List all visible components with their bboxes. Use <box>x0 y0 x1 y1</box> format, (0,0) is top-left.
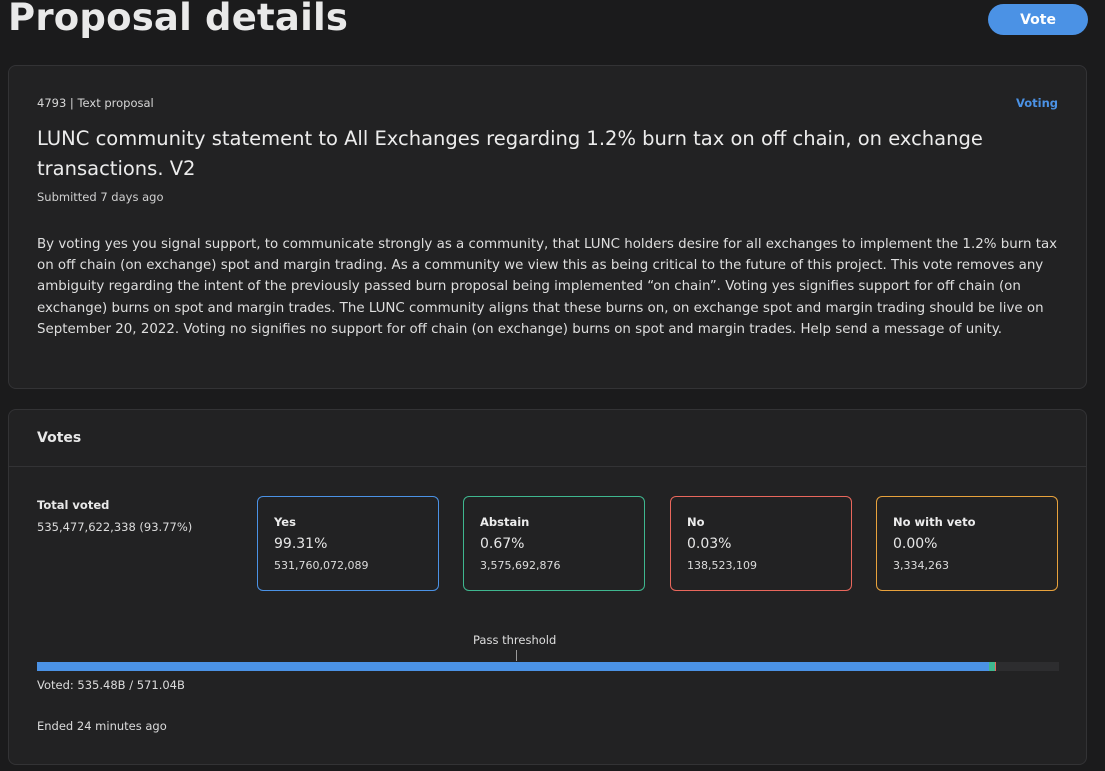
vote-option-abstain: Abstain 0.67% 3,575,692,876 <box>463 496 645 591</box>
proposal-description: By voting yes you signal support, to com… <box>37 237 1058 337</box>
vote-option-percent: 0.67% <box>480 536 525 552</box>
page-title: Proposal details <box>8 0 349 39</box>
vote-option-no-with-veto: No with veto 0.00% 3,334,263 <box>876 496 1058 591</box>
proposal-title: LUNC community statement to All Exchange… <box>37 127 983 180</box>
pass-threshold-label: Pass threshold <box>473 633 557 647</box>
submitted-time: Submitted 7 days ago <box>37 190 164 204</box>
total-voted-label: Total voted <box>37 498 110 512</box>
vote-option-amount: 531,760,072,089 <box>274 559 369 572</box>
total-voted-value: 535,477,622,338 (93.77%) <box>37 520 193 534</box>
vote-option-label: Abstain <box>480 515 530 529</box>
votes-card: Votes Total voted 535,477,622,338 (93.77… <box>8 409 1087 765</box>
votes-heading: Votes <box>37 430 82 446</box>
vote-button[interactable]: Vote <box>988 4 1088 35</box>
progress-segment-yes <box>37 662 989 671</box>
vote-option-amount: 138,523,109 <box>687 559 757 572</box>
vote-option-yes: Yes 99.31% 531,760,072,089 <box>257 496 439 591</box>
vote-option-label: No <box>687 515 705 529</box>
proposal-card: 4793 | Text proposal Voting LUNC communi… <box>8 65 1087 389</box>
vote-option-no: No 0.03% 138,523,109 <box>670 496 852 591</box>
vote-progress-fill <box>37 662 996 671</box>
ended-time: Ended 24 minutes ago <box>37 719 167 733</box>
vote-option-percent: 0.03% <box>687 536 732 552</box>
pass-threshold-marker <box>516 650 517 661</box>
proposal-status-badge: Voting <box>1015 96 1058 110</box>
page: Proposal details Vote 4793 | Text propos… <box>0 0 1105 771</box>
vote-option-amount: 3,575,692,876 <box>480 559 561 572</box>
vote-option-label: Yes <box>274 515 296 529</box>
vote-option-amount: 3,334,263 <box>893 559 949 572</box>
voted-amount: Voted: 535.48B / 571.04B <box>37 678 185 692</box>
vote-option-label: No with veto <box>893 515 976 529</box>
proposal-meta: 4793 | Text proposal <box>37 96 154 110</box>
vote-progress-bar <box>37 662 1059 671</box>
vote-option-percent: 99.31% <box>274 536 328 552</box>
votes-divider <box>9 466 1086 467</box>
vote-option-percent: 0.00% <box>893 536 938 552</box>
